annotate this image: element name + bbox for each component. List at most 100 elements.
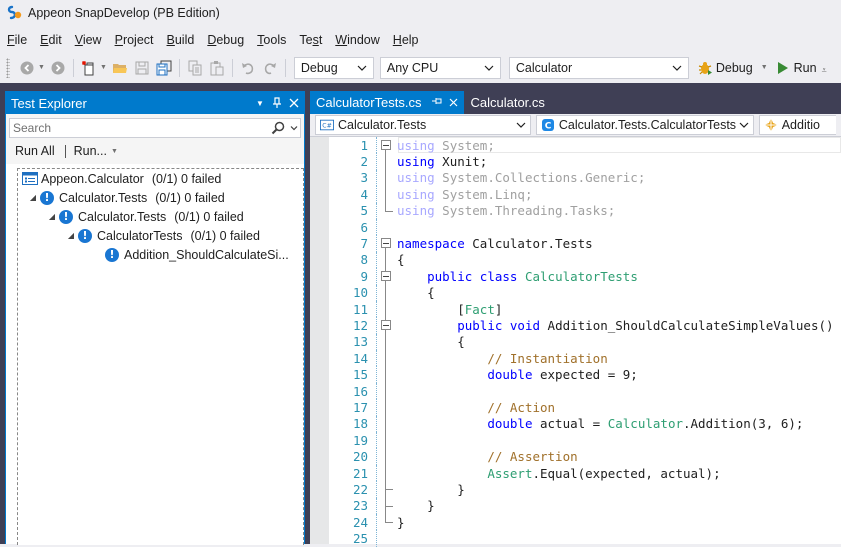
test-tree-item[interactable]: ◢! CalculatorTests (0/1) 0 failed [18, 226, 303, 245]
code-editor[interactable]: 1 using System; 2 using Xunit; 3 using System… [310, 137, 841, 547]
debug-dropdown-caret[interactable]: ▼ [761, 64, 768, 71]
window-position-dropdown-icon[interactable]: ▼ [253, 96, 267, 110]
copy-icon[interactable] [186, 59, 204, 77]
run-button[interactable]: Run [794, 61, 817, 75]
menu-view[interactable]: View [68, 33, 108, 47]
pin-tab-icon[interactable] [431, 96, 443, 109]
menu-window[interactable]: Window [328, 33, 385, 47]
menu-tools[interactable]: Tools [250, 33, 292, 47]
toolbar-grip[interactable] [6, 57, 10, 78]
test-search-input[interactable]: Search [9, 118, 301, 138]
code-line[interactable]: 17 // Action [310, 399, 841, 416]
menu-test[interactable]: Test [292, 33, 328, 47]
code-line[interactable]: 8{ [310, 251, 841, 269]
test-tree-item[interactable]: ◢! Calculator.Tests (0/1) 0 failed [18, 207, 303, 226]
new-project-icon[interactable] [80, 59, 98, 77]
startup-project-dropdown[interactable]: Calculator [508, 56, 689, 79]
collapse-region-icon[interactable] [377, 317, 397, 334]
paste-icon[interactable] [208, 59, 226, 77]
tab-calculatortests-cs[interactable]: CalculatorTests.cs [310, 91, 465, 114]
new-project-dropdown-caret[interactable]: ▼ [100, 64, 107, 71]
search-icon[interactable] [270, 120, 286, 136]
redo-icon[interactable] [261, 59, 279, 77]
menu-build[interactable]: Build [160, 33, 201, 47]
close-tab-icon[interactable] [449, 95, 458, 110]
code-line[interactable]: 3 using System.Collections.Generic; [310, 169, 841, 187]
code-line[interactable]: 11 [Fact] [310, 300, 841, 318]
change-tracking-margin [369, 284, 377, 301]
forward-icon[interactable] [49, 59, 67, 77]
code-line[interactable]: 7 namespace Calculator.Tests [310, 235, 841, 252]
collapse-region-icon[interactable] [377, 137, 397, 154]
expand-triangle-icon[interactable]: ◢ [47, 212, 57, 221]
solution-configuration-dropdown[interactable]: Debug [293, 56, 374, 79]
code-token: .Equal(expected, actual); [532, 465, 721, 481]
member-nav-dropdown[interactable]: Additio [758, 115, 837, 135]
open-folder-icon[interactable] [111, 59, 129, 77]
collapse-region-icon[interactable] [377, 268, 397, 285]
menu-help[interactable]: Help [386, 33, 425, 47]
test-tree-item[interactable]: Appeon.Calculator (0/1) 0 failed [18, 169, 303, 188]
code-line[interactable]: 14 // Instantiation [310, 350, 841, 367]
menu-debug[interactable]: Debug [200, 33, 250, 47]
pin-icon[interactable] [270, 96, 284, 110]
change-tracking-margin [369, 235, 377, 252]
code-line[interactable]: 18 double actual = Calculator.Addition(3… [310, 415, 841, 433]
change-tracking-margin [369, 137, 377, 154]
type-nav-dropdown[interactable]: C Calculator.Tests.CalculatorTests [535, 115, 754, 135]
toolbar-overflow-icon[interactable]: ⩡ [822, 65, 827, 76]
code-line[interactable]: 4 using System.Linq; [310, 186, 841, 203]
code-line[interactable]: 10 { [310, 284, 841, 301]
code-line[interactable]: 6 [310, 218, 841, 236]
code-text: { [397, 252, 405, 267]
code-line[interactable]: 19 [310, 432, 841, 449]
expand-triangle-icon[interactable]: ◢ [66, 231, 76, 240]
code-line[interactable]: 16 [310, 382, 841, 400]
run-dropdown-button[interactable]: Run... [74, 144, 107, 158]
run-dropdown-caret[interactable]: ▼ [111, 148, 118, 155]
chevron-down-icon [739, 122, 749, 128]
project-nav-dropdown[interactable]: C# Calculator.Tests [315, 115, 531, 135]
code-line[interactable]: 2 using Xunit; [310, 153, 841, 170]
menu-file[interactable]: File [0, 33, 33, 47]
code-line[interactable]: 20 // Assertion [310, 448, 841, 465]
expand-triangle-icon[interactable]: ◢ [28, 193, 38, 202]
window-title: Appeon SnapDevelop (PB Edition) [28, 5, 220, 20]
debug-button[interactable]: Debug [716, 61, 753, 75]
test-tree-item[interactable]: ! Addition_ShouldCalculateSi... [18, 245, 303, 264]
collapse-region-icon[interactable] [377, 235, 397, 252]
back-icon[interactable] [18, 59, 36, 77]
line-number: 19 [352, 432, 368, 448]
line-number: 24 [352, 514, 368, 530]
close-icon[interactable] [287, 96, 301, 110]
search-options-chevron-icon[interactable] [286, 119, 300, 137]
run-all-button[interactable]: Run All [15, 144, 55, 158]
code-line[interactable]: 22 } [310, 481, 841, 498]
back-dropdown-caret[interactable]: ▼ [38, 64, 45, 71]
code-token: expected = 9; [532, 367, 638, 383]
code-line[interactable]: 21 Assert.Equal(expected, actual); [310, 464, 841, 482]
code-line[interactable]: 13 { [310, 333, 841, 351]
tab-calculator-cs[interactable]: Calculator.cs [464, 91, 550, 114]
solution-platform-dropdown[interactable]: Any CPU [379, 56, 501, 79]
code-line[interactable]: 25 [310, 530, 841, 547]
undo-icon[interactable] [239, 59, 257, 77]
save-icon[interactable] [133, 59, 151, 77]
run-play-icon[interactable] [774, 59, 792, 77]
code-line[interactable]: 1 using System; [310, 137, 841, 154]
change-tracking-margin [369, 530, 377, 547]
outline-guide [377, 202, 397, 219]
code-line[interactable]: 12 public void Addition_ShouldCalculateS… [310, 317, 841, 334]
menu-project[interactable]: Project [108, 33, 160, 47]
menu-edit[interactable]: Edit [33, 33, 68, 47]
line-number: 10 [352, 285, 368, 301]
code-line[interactable]: 24} [310, 513, 841, 531]
code-line[interactable]: 5 using System.Threading.Tasks; [310, 202, 841, 219]
code-line[interactable]: 15 double expected = 9; [310, 366, 841, 383]
debug-bug-icon[interactable] [696, 59, 714, 77]
save-all-icon[interactable] [155, 59, 173, 77]
line-number: 7 [360, 236, 368, 252]
code-line[interactable]: 9 public class CalculatorTests [310, 268, 841, 285]
test-tree-item[interactable]: ◢! Calculator.Tests (0/1) 0 failed [18, 188, 303, 207]
code-line[interactable]: 23 } [310, 497, 841, 514]
